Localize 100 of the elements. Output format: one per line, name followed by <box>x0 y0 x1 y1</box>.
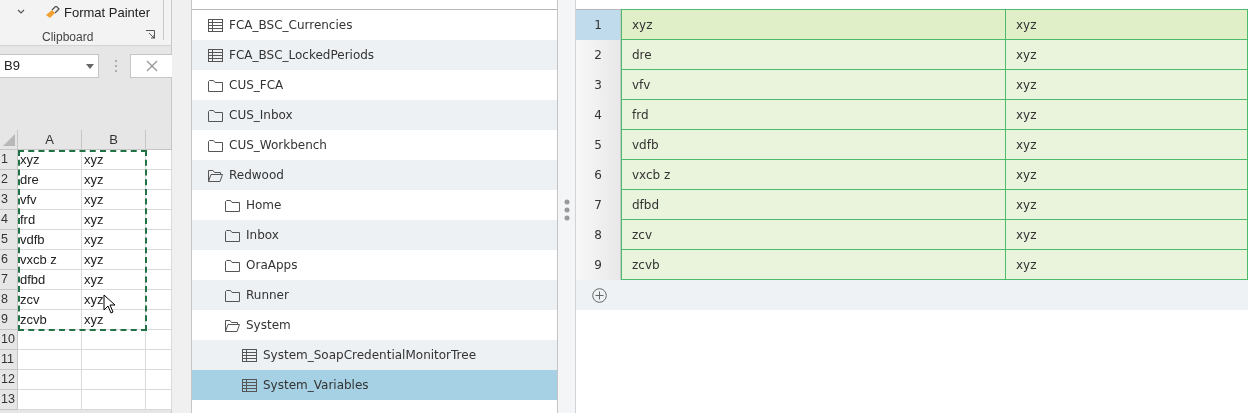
splitter-handle-icon[interactable] <box>563 198 570 221</box>
table-cell[interactable]: xyz <box>1005 219 1248 250</box>
row-header[interactable]: 11 <box>0 350 18 370</box>
tree-item[interactable]: FCA_BSC_Currencies <box>192 10 557 40</box>
table-cell: xyz <box>82 150 146 170</box>
table-cell[interactable]: xyz <box>1005 129 1248 160</box>
table-cell: xyz <box>82 270 146 290</box>
table-cell: zcvb <box>18 310 82 330</box>
table-cell: zcv <box>18 290 82 310</box>
tree-item-label: Home <box>246 197 282 214</box>
tree-item-label: CUS_FCA <box>229 77 284 94</box>
tree-item[interactable]: OraApps <box>192 250 557 280</box>
cancel-button[interactable] <box>130 54 172 78</box>
dropdown-caret-icon[interactable] <box>86 64 94 69</box>
tree-item-label: Redwood <box>229 167 284 184</box>
row-number[interactable]: 3 <box>576 70 622 100</box>
tree-item[interactable]: Redwood <box>192 160 557 190</box>
column-header[interactable] <box>146 130 172 150</box>
table-cell[interactable]: zcv <box>621 219 1006 250</box>
row-header[interactable]: 10 <box>0 330 18 350</box>
tree-item[interactable]: System_Variables <box>192 370 557 400</box>
row-header[interactable]: 8 <box>0 290 18 310</box>
table-cell[interactable]: dre <box>621 39 1006 70</box>
tree-item[interactable]: CUS_Inbox <box>192 100 557 130</box>
row-number[interactable]: 9 <box>576 250 622 280</box>
table-cell: xyz <box>82 190 146 210</box>
empty-cell <box>82 350 146 370</box>
table-cell[interactable]: frd <box>621 99 1006 130</box>
table-cell: vxcb z <box>18 250 82 270</box>
table-cell[interactable]: xyz <box>1005 159 1248 190</box>
tree-item-label: CUS_Workbench <box>229 137 327 154</box>
table-cell: dfbd <box>18 270 82 290</box>
add-row-icon[interactable] <box>592 287 607 303</box>
row-header[interactable]: 7 <box>0 270 18 290</box>
table-cell[interactable]: xyz <box>1005 99 1248 130</box>
empty-cell <box>82 330 146 350</box>
tree-item-label: System <box>246 317 291 334</box>
row-number[interactable]: 6 <box>576 160 622 190</box>
column-header[interactable]: B <box>82 130 146 150</box>
row-number[interactable]: 2 <box>576 40 622 70</box>
table-cell[interactable]: dfbd <box>621 189 1006 220</box>
table-cell: xyz <box>18 150 82 170</box>
splitter-bar[interactable] <box>558 0 576 413</box>
group-label: Clipboard <box>42 29 94 46</box>
tree-item[interactable]: Runner <box>192 280 557 310</box>
column-header[interactable]: A <box>18 130 82 150</box>
tree-item-label: System_Variables <box>263 377 369 394</box>
table-cell: dre <box>18 170 82 190</box>
row-header[interactable]: 6 <box>0 250 18 270</box>
tree-item-label: System_SoapCredentialMonitorTree <box>263 347 477 364</box>
tree-item-label: Inbox <box>246 227 279 244</box>
tree-item[interactable]: Inbox <box>192 220 557 250</box>
tree-item-label: FCA_BSC_Currencies <box>229 17 353 34</box>
row-header[interactable]: 4 <box>0 210 18 230</box>
row-header[interactable]: 1 <box>0 150 18 170</box>
table-cell[interactable]: xyz <box>1005 39 1248 70</box>
row-number[interactable]: 5 <box>576 130 622 160</box>
paintbrush-icon <box>44 6 60 20</box>
select-all-icon[interactable] <box>2 133 15 146</box>
dialog-launcher-icon[interactable] <box>146 30 155 39</box>
table-cell: vfv <box>18 190 82 210</box>
table-cell[interactable]: vfv <box>621 69 1006 100</box>
tree-item[interactable]: Home <box>192 190 557 220</box>
row-header[interactable]: 12 <box>0 370 18 390</box>
table-cell[interactable]: xyz <box>1005 189 1248 220</box>
table-cell[interactable]: xyz <box>1005 9 1248 40</box>
row-header[interactable]: 3 <box>0 190 18 210</box>
table-cell: xyz <box>82 230 146 250</box>
row-number[interactable]: 7 <box>576 190 622 220</box>
table-icon <box>242 348 257 362</box>
row-number[interactable]: 1 <box>576 10 622 40</box>
table-icon <box>242 378 257 392</box>
tree-item-label: Runner <box>246 287 289 304</box>
tree-item[interactable]: CUS_FCA <box>192 70 557 100</box>
tree-item[interactable]: System <box>192 310 557 340</box>
tree-item[interactable]: CUS_Workbench <box>192 130 557 160</box>
table-cell[interactable]: zcvb <box>621 249 1006 280</box>
row-header[interactable]: 9 <box>0 310 18 330</box>
table-icon <box>208 48 223 62</box>
more-icon[interactable] <box>114 59 118 73</box>
table-cell[interactable]: xyz <box>1005 69 1248 100</box>
row-header[interactable]: 2 <box>0 170 18 190</box>
name-box[interactable]: B9 <box>0 54 99 78</box>
table-cell[interactable]: vdfb <box>621 129 1006 160</box>
table-cell[interactable]: xyz <box>621 9 1006 40</box>
table-cell[interactable]: xyz <box>1005 249 1248 280</box>
table-icon <box>208 18 223 32</box>
tree-item[interactable]: FCA_BSC_LockedPeriods <box>192 40 557 70</box>
table-cell[interactable]: vxcb z <box>621 159 1006 190</box>
tree-item[interactable]: System_SoapCredentialMonitorTree <box>192 340 557 370</box>
format-painter-button[interactable]: Format Painter <box>44 3 150 23</box>
row-header[interactable]: 13 <box>0 390 18 410</box>
tree-item-label: FCA_BSC_LockedPeriods <box>229 47 375 64</box>
caret-icon[interactable] <box>16 8 26 16</box>
row-header[interactable]: 5 <box>0 230 18 250</box>
tree-item-label: OraApps <box>246 257 298 274</box>
empty-cell <box>82 390 146 410</box>
table-cell: vdfb <box>18 230 82 250</box>
row-number[interactable]: 4 <box>576 100 622 130</box>
row-number[interactable]: 8 <box>576 220 622 250</box>
